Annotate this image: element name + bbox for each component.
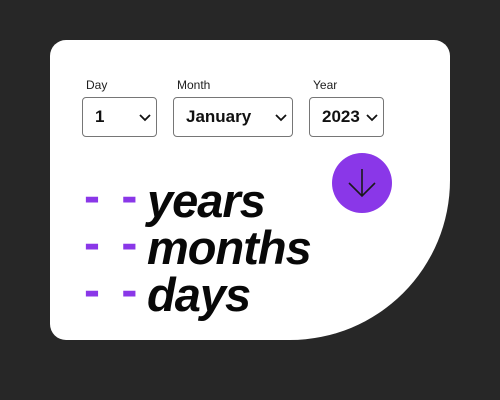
years-unit: years bbox=[147, 174, 266, 227]
month-select-value: January bbox=[186, 107, 252, 126]
year-field: Year 2023 bbox=[309, 78, 384, 137]
month-select[interactable]: January bbox=[173, 97, 293, 137]
chevron-down-icon bbox=[138, 110, 152, 124]
age-calculator-card: Day 1 Month January Year 2023 - - years … bbox=[50, 40, 450, 340]
month-field: Month January bbox=[173, 78, 293, 137]
days-unit: days bbox=[147, 268, 251, 321]
chevron-down-icon bbox=[365, 110, 379, 124]
year-select[interactable]: 2023 bbox=[309, 97, 384, 137]
calculate-button[interactable] bbox=[332, 153, 392, 213]
month-label: Month bbox=[177, 78, 211, 92]
months-value: - - bbox=[84, 216, 142, 270]
years-value: - - bbox=[84, 169, 142, 223]
age-results: - - years - - months - - days bbox=[84, 172, 312, 321]
months-unit: months bbox=[147, 221, 312, 274]
arrow-down-icon bbox=[348, 169, 376, 198]
year-label: Year bbox=[313, 78, 338, 92]
chevron-down-icon bbox=[274, 110, 288, 124]
days-row: - - days bbox=[84, 266, 311, 321]
year-select-value: 2023 bbox=[322, 107, 360, 126]
day-label: Day bbox=[86, 78, 108, 92]
day-field: Day 1 bbox=[82, 78, 157, 137]
days-value: - - bbox=[84, 263, 142, 317]
day-select[interactable]: 1 bbox=[82, 97, 157, 137]
day-select-value: 1 bbox=[95, 107, 105, 126]
